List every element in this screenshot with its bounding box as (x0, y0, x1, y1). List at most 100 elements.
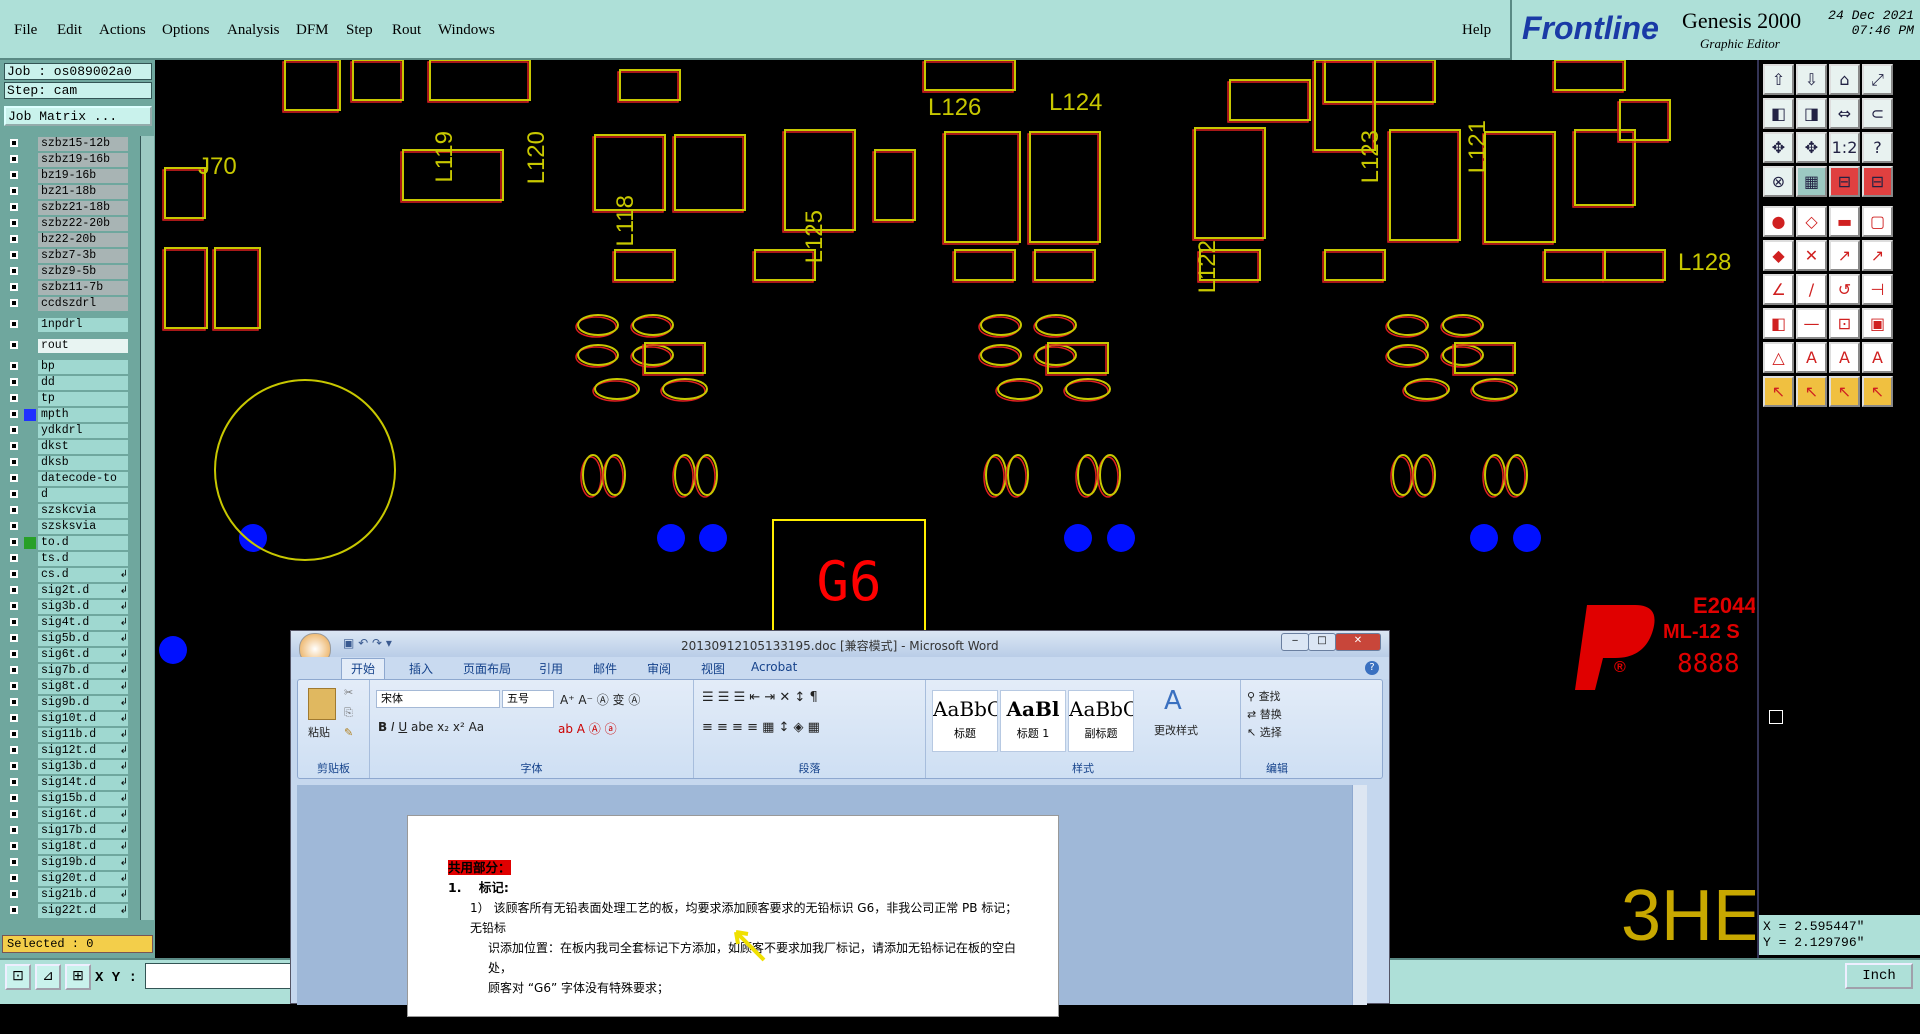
layer-row[interactable]: 1npdrl (4, 317, 140, 333)
font-color-icons[interactable]: ab A Ⓐ ⓐ (558, 720, 617, 737)
layer-name[interactable]: sig5b.d ↲ (38, 632, 128, 646)
layer-row[interactable]: bp (4, 359, 140, 375)
measure-icon[interactable]: ⊿ (35, 964, 61, 990)
layer-name[interactable]: szbz22-20b (38, 217, 128, 231)
tab-view[interactable]: 视图 (701, 660, 725, 677)
layer-row[interactable]: sig14t.d ↲ (4, 775, 140, 791)
layer-checkbox[interactable] (10, 794, 18, 802)
layer-row[interactable]: szbz15-12b (4, 136, 140, 152)
text-c-icon[interactable]: A (1862, 342, 1893, 373)
doc-scrollbar[interactable] (1352, 785, 1367, 1005)
grid-icon[interactable]: ▦ (1796, 166, 1827, 197)
layer-checkbox[interactable] (10, 858, 18, 866)
line-draw-icon[interactable]: / (1796, 274, 1827, 305)
text-b-icon[interactable]: A (1829, 342, 1860, 373)
layer-list-scrollbar[interactable] (140, 136, 154, 920)
menu-options[interactable]: Options (162, 22, 210, 39)
layer-name[interactable]: sig11b.d ↲ (38, 728, 128, 742)
layer-checkbox[interactable] (10, 634, 18, 642)
layer-name[interactable]: sig3b.d ↲ (38, 600, 128, 614)
layer-row[interactable]: sig22t.d ↲ (4, 903, 140, 919)
layer-name[interactable]: szbz11-7b (38, 281, 128, 295)
font-format-buttons[interactable]: B I U abe x₂ x² Aa (378, 720, 484, 734)
layer-checkbox[interactable] (10, 618, 18, 626)
quick-access-icons[interactable]: ▣ ↶ ↷ ▾ (343, 636, 392, 650)
layer-name[interactable]: to.d (38, 536, 128, 550)
layer-row[interactable]: szbz11-7b (4, 280, 140, 296)
layer-checkbox[interactable] (10, 203, 18, 211)
layer-row[interactable]: dd (4, 375, 140, 391)
layer-a-icon[interactable]: ⊟ (1829, 166, 1860, 197)
layer-checkbox[interactable] (10, 474, 18, 482)
tab-home[interactable]: 开始 (351, 660, 375, 677)
tab-layout[interactable]: 页面布局 (463, 660, 511, 677)
replace-button[interactable]: ⇄ 替换 (1247, 706, 1282, 722)
style-title[interactable]: AaBbC 标题 (932, 690, 998, 752)
layer-row[interactable]: rout (4, 338, 140, 354)
select-button[interactable]: ↖ 选择 (1247, 724, 1282, 740)
layer-row[interactable]: sig16t.d ↲ (4, 807, 140, 823)
zoom-fit-icon[interactable]: ⤢ (1862, 64, 1893, 95)
layer-checkbox[interactable] (10, 426, 18, 434)
layer-name[interactable]: bp (38, 360, 128, 374)
layer-name[interactable]: bz22-20b (38, 233, 128, 247)
layer-row[interactable]: sig2t.d ↲ (4, 583, 140, 599)
dash-icon[interactable]: — (1796, 308, 1827, 339)
layer-name[interactable]: mpth (38, 408, 128, 422)
layer-name[interactable]: szbz21-18b (38, 201, 128, 215)
arc-icon[interactable]: △ (1763, 342, 1794, 373)
list-buttons[interactable]: ☰ ☰ ☰ ⇤ ⇥ ✕ ↕ ¶ (702, 690, 818, 705)
layer-checkbox[interactable] (10, 810, 18, 818)
layer-checkbox[interactable] (10, 171, 18, 179)
layer-name[interactable]: sig21b.d ↲ (38, 888, 128, 902)
layer-checkbox[interactable] (10, 506, 18, 514)
layer-checkbox[interactable] (10, 251, 18, 259)
layer-checkbox[interactable] (10, 890, 18, 898)
layer-row[interactable]: sig13b.d ↲ (4, 759, 140, 775)
angle-icon[interactable]: ∠ (1763, 274, 1794, 305)
paste-icon[interactable] (308, 688, 336, 720)
polygon-icon[interactable]: ◇ (1796, 206, 1827, 237)
help-icon[interactable]: ? (1365, 661, 1379, 675)
layer-checkbox[interactable] (10, 283, 18, 291)
move-up-icon[interactable]: ⇧ (1763, 64, 1794, 95)
layer-name[interactable]: d (38, 488, 128, 502)
layer-row[interactable]: d (4, 487, 140, 503)
pointer-a-icon[interactable]: ↖ (1763, 376, 1794, 407)
layer-name[interactable]: bz21-18b (38, 185, 128, 199)
tab-mailings[interactable]: 邮件 (593, 660, 617, 677)
change-styles-button[interactable]: 更改样式 (1154, 722, 1198, 738)
layer-checkbox[interactable] (10, 139, 18, 147)
pad-icon[interactable]: ● (1763, 206, 1794, 237)
snap-icon[interactable]: ⊗ (1763, 166, 1794, 197)
layer-name[interactable]: datecode-to (38, 472, 128, 486)
layer-row[interactable]: mpth (4, 407, 140, 423)
menu-edit[interactable]: Edit (57, 22, 82, 39)
layer-row[interactable]: szbz22-20b (4, 216, 140, 232)
layer-checkbox[interactable] (10, 554, 18, 562)
layer-checkbox[interactable] (10, 650, 18, 658)
layer-name[interactable]: cs.d ↲ (38, 568, 128, 582)
layer-checkbox[interactable] (10, 586, 18, 594)
layer-row[interactable]: sig15b.d ↲ (4, 791, 140, 807)
layer-row[interactable]: dkst (4, 439, 140, 455)
layer-checkbox[interactable] (10, 219, 18, 227)
layer-checkbox[interactable] (10, 698, 18, 706)
layer-row[interactable]: ccdszdrl (4, 296, 140, 312)
layer-row[interactable]: sig5b.d ↲ (4, 631, 140, 647)
layer-name[interactable]: sig10t.d ↲ (38, 712, 128, 726)
align-buttons[interactable]: ≡ ≡ ≡ ≡ ▦ ↕ ◈ ▦ (702, 720, 820, 735)
layer-row[interactable]: szsksvia (4, 519, 140, 535)
layer-checkbox[interactable] (10, 410, 18, 418)
style-subtitle[interactable]: AaBbC 副标题 (1068, 690, 1134, 752)
tab-review[interactable]: 审阅 (647, 660, 671, 677)
change-styles-icon[interactable]: A (1164, 686, 1182, 716)
tab-acrobat[interactable]: Acrobat (751, 660, 797, 674)
job-field[interactable]: Job : os089002a0 (4, 63, 152, 80)
tab-insert[interactable]: 插入 (409, 660, 433, 677)
layer-name[interactable]: bz19-16b (38, 169, 128, 183)
layer-row[interactable]: szbz7-3b (4, 248, 140, 264)
line-icon[interactable]: ▬ (1829, 206, 1860, 237)
zoom-fit-icon[interactable]: ⊡ (5, 964, 31, 990)
layer-b-icon[interactable]: ⊟ (1862, 166, 1893, 197)
